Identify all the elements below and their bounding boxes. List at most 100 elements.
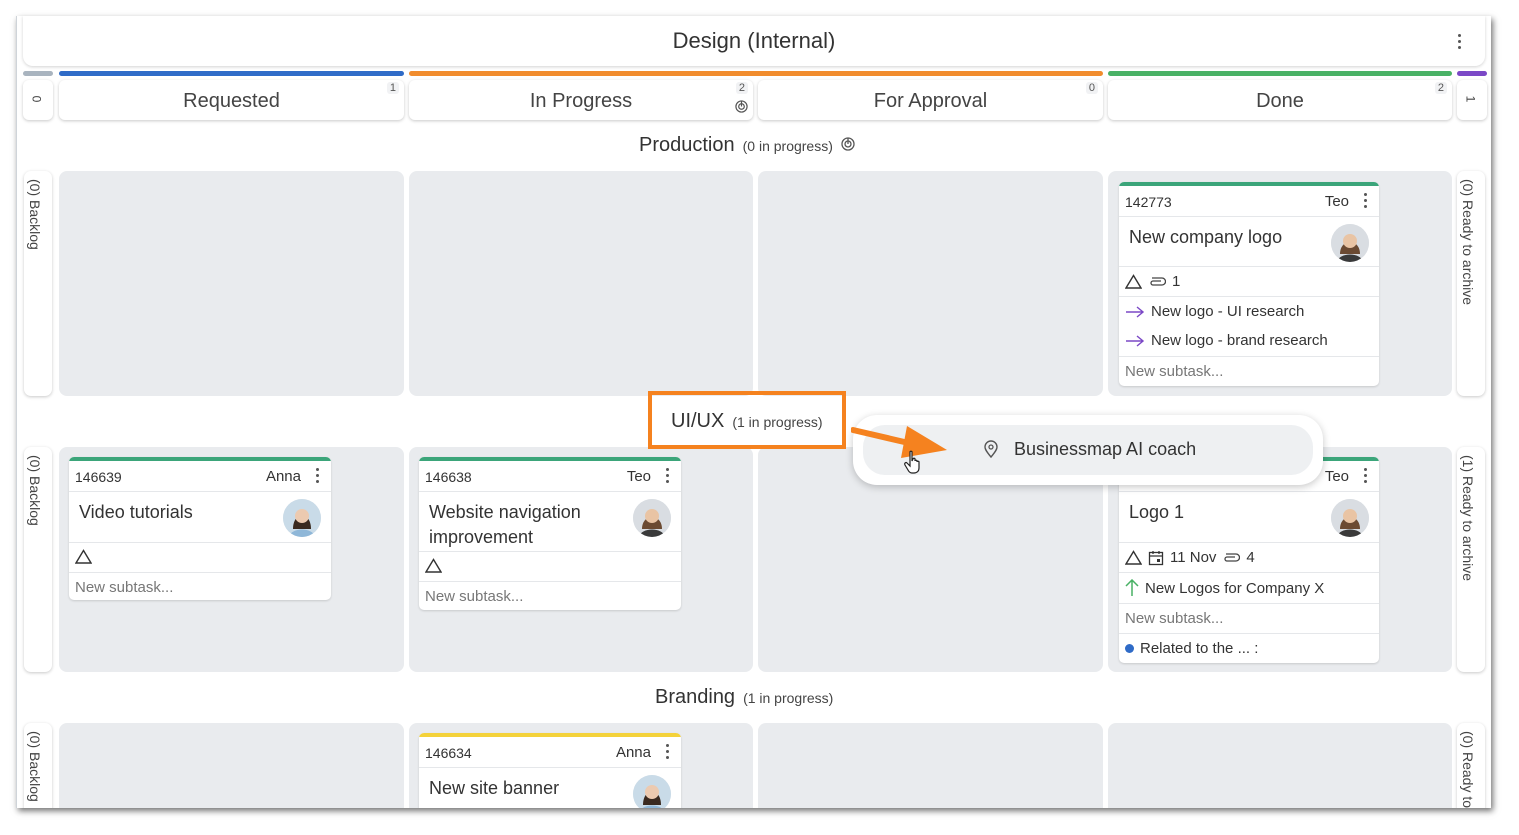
lane-name: Branding	[655, 686, 736, 708]
card-menu-icon[interactable]	[316, 468, 319, 483]
card-owner[interactable]: Teo	[627, 468, 651, 485]
attachment-count: 1	[1172, 273, 1181, 290]
block-warning-icon[interactable]	[1125, 274, 1142, 289]
backlog-column-header[interactable]: 0	[23, 80, 53, 120]
kanban-board: Design (Internal) 0 Requested 1 In Progr…	[16, 16, 1491, 808]
archive-cell[interactable]: (0) Ready to archive	[1457, 171, 1485, 396]
card-title-row: Video tutorials	[69, 492, 331, 543]
highlight-callout-box	[648, 391, 846, 449]
location-pin-icon	[984, 440, 998, 459]
column-header-in-progress[interactable]: In Progress 2	[409, 80, 753, 120]
board-header: Design (Internal)	[23, 16, 1485, 66]
backlog-cell[interactable]: (0) Backlog	[24, 447, 52, 672]
card-menu-icon[interactable]	[1364, 193, 1367, 208]
card-id[interactable]: 146639	[75, 469, 122, 485]
new-subtask-input[interactable]: New subtask...	[1119, 604, 1379, 634]
card-title[interactable]: Logo 1	[1129, 500, 1184, 525]
avatar[interactable]	[283, 499, 321, 537]
card-title-row: New company logo	[1119, 217, 1379, 267]
card-146639[interactable]: 146639 Anna Video tutorials New subtask.…	[69, 457, 331, 600]
avatar[interactable]	[633, 775, 671, 808]
card-owner[interactable]: Anna	[616, 744, 651, 761]
attachment-icon[interactable]	[1222, 552, 1241, 564]
card-owner[interactable]: Teo	[1325, 468, 1349, 485]
card-meta: 146639 Anna	[69, 461, 331, 492]
backlog-cell[interactable]: (0) Backlog	[24, 723, 52, 808]
column-card-count: 1	[386, 82, 399, 94]
card-menu-icon[interactable]	[666, 468, 669, 483]
lane-progress: (1 in progress)	[743, 690, 834, 706]
board-menu-icon[interactable]	[1458, 34, 1461, 49]
lane-progress: (0 in progress)	[742, 138, 833, 154]
card-id[interactable]: 146634	[425, 745, 472, 761]
card-menu-icon[interactable]	[1364, 468, 1367, 483]
card-id[interactable]: 142773	[1125, 194, 1172, 210]
archive-column-header[interactable]: 1	[1457, 80, 1487, 120]
column-name: Requested	[183, 90, 280, 112]
backlog-label: (0) Backlog	[27, 179, 43, 250]
backlog-color-bar	[23, 71, 53, 76]
cell-branding-done[interactable]	[1108, 723, 1452, 808]
avatar[interactable]	[1331, 499, 1369, 537]
card-id[interactable]: 146638	[425, 469, 472, 485]
calendar-icon[interactable]	[1148, 550, 1164, 566]
card-title[interactable]: Video tutorials	[79, 500, 193, 525]
column-card-count: 2	[1434, 82, 1447, 94]
block-warning-icon[interactable]	[1125, 550, 1142, 565]
column-header-for-approval[interactable]: For Approval 0	[758, 80, 1103, 120]
link-text: New logo - UI research	[1151, 303, 1305, 320]
column-header-requested[interactable]: Requested 1	[59, 80, 404, 120]
backlog-label: (0) Backlog	[27, 731, 43, 802]
in-progress-color-bar	[409, 71, 1103, 76]
avatar[interactable]	[1331, 224, 1369, 262]
tag-text: Related to the ... :	[1140, 640, 1259, 657]
card-owner[interactable]: Teo	[1325, 193, 1349, 210]
avatar[interactable]	[633, 499, 671, 537]
card-title[interactable]: New site banner	[429, 776, 559, 801]
archive-cell[interactable]: (1) Ready to archive	[1457, 447, 1485, 672]
card-tag[interactable]: Related to the ... :	[1119, 634, 1379, 663]
cell-production-requested[interactable]	[59, 171, 404, 396]
card-title[interactable]: Website navigation improvement	[429, 500, 581, 550]
card-title-row: Logo 1	[1119, 492, 1379, 543]
block-warning-icon[interactable]	[425, 558, 442, 573]
card-146634[interactable]: 146634 Anna New site banner	[419, 733, 681, 808]
column-name: Done	[1256, 90, 1304, 112]
card-indicators	[69, 543, 331, 573]
card-142773[interactable]: 142773 Teo New company logo 1 New logo -…	[1119, 182, 1379, 386]
card-meta: 146634 Anna	[419, 737, 681, 768]
cell-production-for-approval[interactable]	[758, 171, 1103, 396]
block-warning-icon[interactable]	[75, 549, 92, 564]
backlog-cell[interactable]: (0) Backlog	[24, 171, 52, 396]
lane-title-branding[interactable]: Branding (1 in progress)	[655, 686, 833, 709]
lane-title-production[interactable]: Production (0 in progress)	[639, 134, 855, 157]
card-menu-icon[interactable]	[666, 744, 669, 759]
card-owner[interactable]: Anna	[266, 468, 301, 485]
archive-color-bar	[1457, 71, 1487, 76]
archive-cell[interactable]: (0) Ready to archive	[1457, 723, 1485, 808]
flow-icon	[735, 100, 748, 113]
card-link[interactable]: New logo - UI research	[1119, 297, 1379, 326]
new-subtask-input[interactable]: New subtask...	[1119, 357, 1379, 386]
child-link-arrow-icon	[1126, 305, 1145, 318]
card-title[interactable]: New company logo	[1129, 225, 1282, 250]
new-subtask-input[interactable]: New subtask...	[69, 573, 331, 600]
archive-count: 1	[1463, 95, 1478, 103]
cell-branding-for-approval[interactable]	[758, 723, 1103, 808]
card-link[interactable]: New logo - brand research	[1119, 326, 1379, 357]
cell-production-in-progress[interactable]	[409, 171, 753, 396]
parent-link-arrow-icon	[1125, 579, 1139, 596]
card-logo-1[interactable]: Teo Logo 1 11 Nov 4 New Logos for Compan…	[1119, 457, 1379, 663]
done-color-bar	[1108, 71, 1452, 76]
column-header-done[interactable]: Done 2	[1108, 80, 1452, 120]
archive-label: (0) Ready to archive	[1460, 179, 1476, 306]
card-parent-link[interactable]: New Logos for Company X	[1119, 573, 1379, 604]
cell-branding-requested[interactable]	[59, 723, 404, 808]
column-name: In Progress	[529, 90, 633, 112]
column-card-count: 2	[735, 82, 748, 94]
card-146638[interactable]: 146638 Teo Website navigation improvement…	[419, 457, 681, 610]
deadline-date: 11 Nov	[1170, 549, 1217, 566]
attachment-count: 4	[1246, 549, 1255, 566]
new-subtask-input[interactable]: New subtask...	[419, 582, 681, 610]
attachment-icon[interactable]	[1148, 276, 1166, 288]
